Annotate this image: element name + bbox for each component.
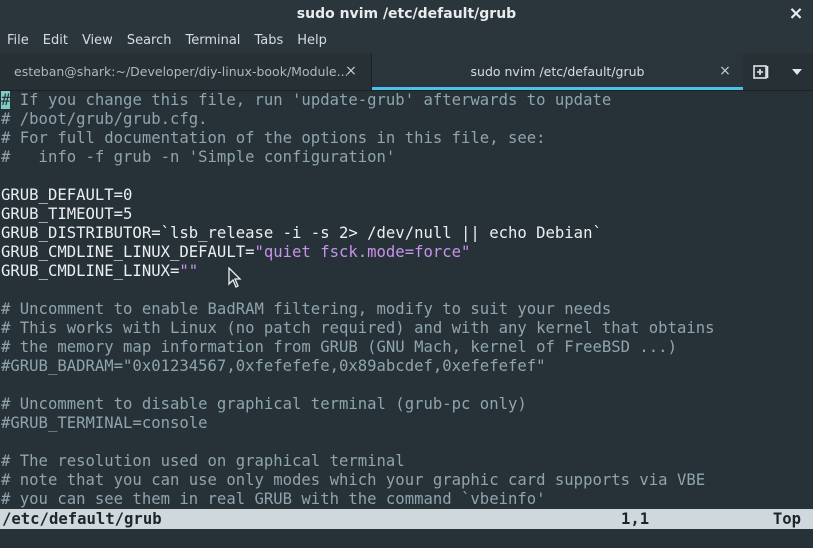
editor-line: GRUB_DISTRIBUTOR=`lsb_release -i -s 2> /… [0, 224, 813, 243]
editor-text-segment: # you can see them in real GRUB with the… [1, 490, 546, 508]
title-bar: sudo nvim /etc/default/grub × [0, 0, 813, 28]
status-filename: /etc/default/grub [2, 510, 162, 528]
editor-line: GRUB_CMDLINE_LINUX_DEFAULT="quiet fsck.m… [0, 243, 813, 262]
editor-text-segment: GRUB_CMDLINE_LINUX_DEFAULT= [1, 243, 255, 261]
editor-line: # Uncomment to enable BadRAM filtering, … [0, 300, 813, 319]
editor-line: # the memory map information from GRUB (… [0, 338, 813, 357]
editor-text-segment: If you change this file, run 'update-gru… [10, 91, 612, 109]
status-scroll-position: Top [772, 510, 801, 528]
editor-line: # info -f grub -n 'Simple configuration' [0, 148, 813, 167]
menu-search[interactable]: Search [120, 28, 179, 53]
tab-shell[interactable]: esteban@shark:~/Developer/diy-linux-book… [0, 53, 372, 90]
editor-line: # This works with Linux (no patch requir… [0, 319, 813, 338]
window-close-icon[interactable]: × [787, 4, 805, 24]
menu-tabs[interactable]: Tabs [247, 28, 290, 53]
editor-text-segment: # Uncomment to disable graphical termina… [1, 395, 527, 413]
text-cursor: # [1, 91, 11, 109]
editor-line: GRUB_DEFAULT=0 [0, 186, 813, 205]
editor-text-segment: GRUB_CMDLINE_LINUX= [1, 262, 180, 280]
editor-text-segment: "quiet fsck.mode=force" [254, 243, 471, 261]
editor-line: # If you change this file, run 'update-g… [0, 91, 813, 110]
tab-close-icon[interactable]: × [717, 62, 733, 80]
tab-label: esteban@shark:~/Developer/diy-linux-book… [14, 64, 349, 79]
menu-bar: File Edit View Search Terminal Tabs Help [0, 28, 813, 53]
editor-line: # note that you can use only modes which… [0, 471, 813, 490]
tabs-menu-button[interactable] [781, 53, 813, 90]
menu-file[interactable]: File [0, 28, 36, 53]
editor-line: # For full documentation of the options … [0, 129, 813, 148]
editor-line: #GRUB_TERMINAL=console [0, 414, 813, 433]
new-tab-icon [753, 64, 769, 79]
tab-bar: esteban@shark:~/Developer/diy-linux-book… [0, 53, 813, 91]
editor-line: GRUB_CMDLINE_LINUX="" [0, 262, 813, 281]
editor-text-segment: # Uncomment to enable BadRAM filtering, … [1, 300, 612, 318]
tab-close-icon[interactable]: × [343, 62, 359, 80]
editor-text-segment: # /boot/grub/grub.cfg. [1, 110, 208, 128]
editor-line: GRUB_TIMEOUT=5 [0, 205, 813, 224]
editor-line: # Uncomment to disable graphical termina… [0, 395, 813, 414]
menu-help[interactable]: Help [290, 28, 334, 53]
menu-view[interactable]: View [75, 28, 120, 53]
menu-terminal[interactable]: Terminal [178, 28, 247, 53]
editor-line: # you can see them in real GRUB with the… [0, 490, 813, 509]
status-line: /etc/default/grub 1,1 Top [0, 509, 813, 529]
editor-text-segment: GRUB_DEFAULT=0 [1, 186, 133, 204]
editor-line: # /boot/grub/grub.cfg. [0, 110, 813, 129]
tab-nvim[interactable]: sudo nvim /etc/default/grub × [372, 53, 743, 90]
editor-text-segment: # The resolution used on graphical termi… [1, 452, 405, 470]
new-tab-button[interactable] [743, 53, 781, 90]
editor-buffer[interactable]: # If you change this file, run 'update-g… [0, 91, 813, 509]
editor-text-segment: # For full documentation of the options … [1, 129, 546, 147]
window-title: sudo nvim /etc/default/grub [296, 6, 517, 22]
tab-label: sudo nvim /etc/default/grub [470, 64, 645, 79]
editor-text-segment: # This works with Linux (no patch requir… [1, 319, 715, 337]
editor-text-segment: "" [179, 262, 199, 280]
editor-text-segment: # info -f grub -n 'Simple configuration' [1, 148, 396, 166]
mouse-pointer-icon [228, 267, 242, 288]
editor-text-segment: #GRUB_BADRAM="0x01234567,0xfefefefe,0x89… [1, 357, 546, 375]
editor-line: #GRUB_BADRAM="0x01234567,0xfefefefe,0x89… [0, 357, 813, 376]
command-line[interactable] [0, 529, 813, 548]
editor-text-segment: #GRUB_TERMINAL=console [1, 414, 208, 432]
chevron-down-icon [792, 68, 802, 75]
menu-edit[interactable]: Edit [36, 28, 75, 53]
status-cursor-position: 1,1 [621, 510, 650, 528]
editor-text-segment: GRUB_DISTRIBUTOR=`lsb_release -i -s 2> /… [1, 224, 602, 242]
editor-text-segment: # note that you can use only modes which… [1, 471, 706, 489]
editor-text-segment: # the memory map information from GRUB (… [1, 338, 677, 356]
editor-line: # The resolution used on graphical termi… [0, 452, 813, 471]
editor-text-segment: GRUB_TIMEOUT=5 [1, 205, 133, 223]
